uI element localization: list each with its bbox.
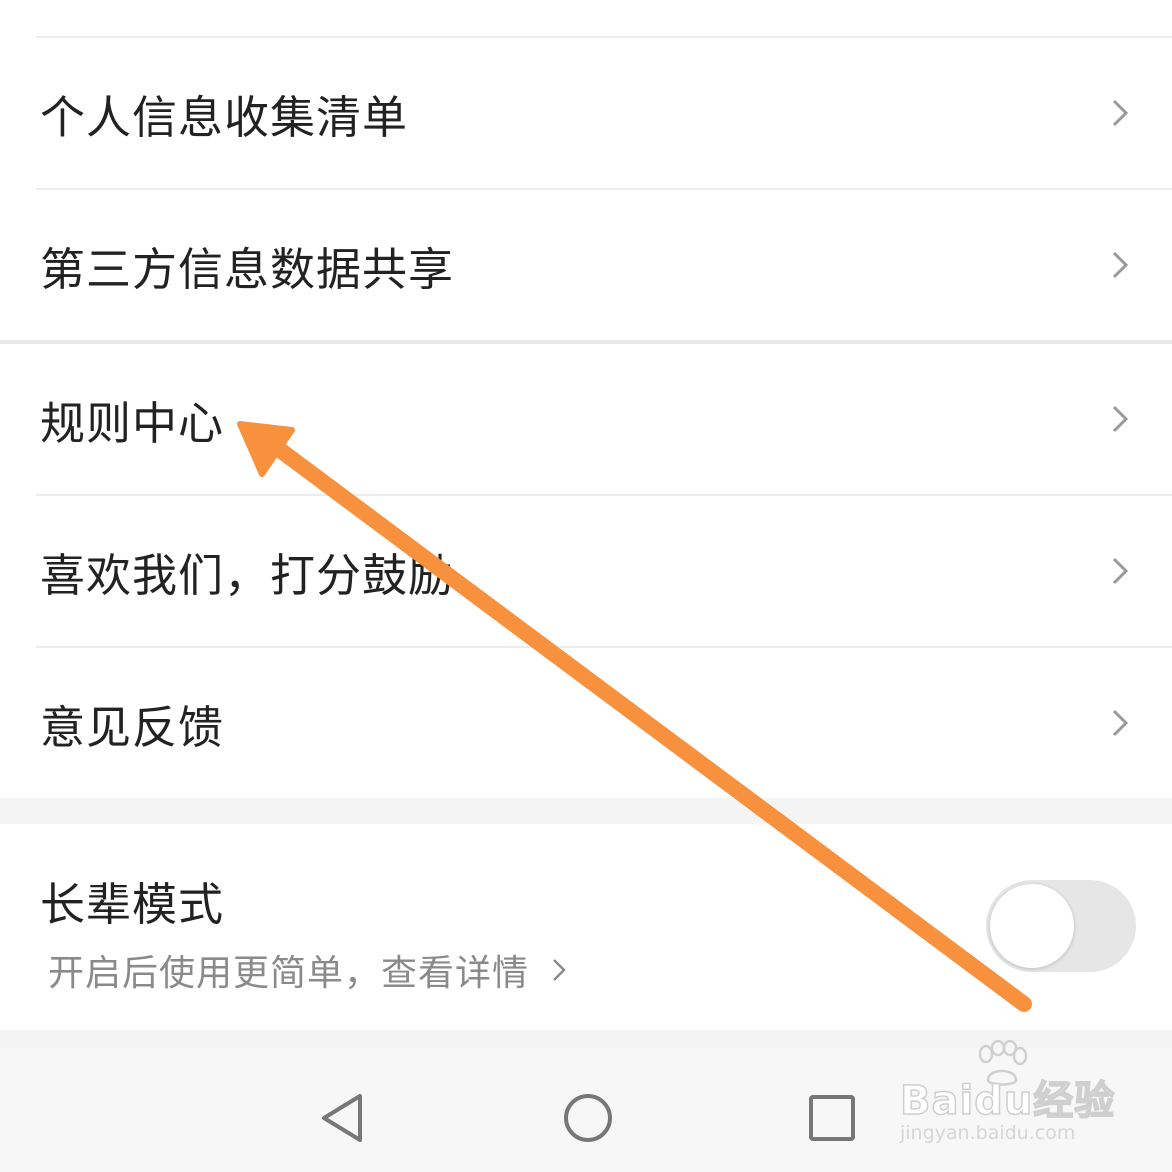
watermark-url: jingyan.baidu.com — [900, 1122, 1076, 1144]
menu-item-rules-center[interactable]: 规则中心 — [0, 344, 1172, 494]
chevron-right-icon — [553, 959, 566, 981]
elder-mode-toggle[interactable] — [986, 880, 1136, 972]
menu-item-third-party-sharing[interactable]: 第三方信息数据共享 — [0, 190, 1172, 340]
toggle-knob — [990, 884, 1074, 968]
section-gap — [0, 798, 1172, 824]
chevron-right-icon — [1112, 709, 1129, 737]
menu-item-rate-us[interactable]: 喜欢我们，打分鼓励 — [0, 496, 1172, 646]
back-triangle-icon[interactable] — [310, 1086, 374, 1150]
menu-item-personal-info-list[interactable]: 个人信息收集清单 — [0, 38, 1172, 188]
menu-item-label: 第三方信息数据共享 — [40, 242, 455, 296]
chevron-right-icon — [1112, 251, 1129, 279]
top-gap — [0, 0, 1172, 36]
menu-item-label: 个人信息收集清单 — [40, 90, 409, 144]
chevron-right-icon — [1112, 99, 1129, 127]
recent-apps-square-icon[interactable] — [800, 1086, 864, 1150]
baidu-watermark: Baidu经验 jingyan.baidu.com — [896, 1040, 1116, 1150]
menu-item-label: 喜欢我们，打分鼓励 — [40, 548, 455, 602]
chevron-right-icon — [1112, 405, 1129, 433]
elder-mode-title: 长辈模式 — [40, 878, 225, 931]
menu-item-label: 意见反馈 — [40, 700, 225, 754]
elder-mode-details-link[interactable]: 开启后使用更简单，查看详情 — [48, 944, 567, 996]
settings-screen: 个人信息收集清单 第三方信息数据共享 规则中心 喜欢我们，打分鼓励 意见反馈 长 — [0, 0, 1172, 1172]
home-circle-icon[interactable] — [556, 1086, 620, 1150]
chevron-right-icon — [1112, 557, 1129, 585]
elder-mode-subtitle: 开启后使用更简单，查看详情 — [48, 953, 530, 994]
menu-item-label: 规则中心 — [40, 396, 225, 450]
watermark-brand: Baidu经验 — [899, 1077, 1116, 1125]
elder-mode-row: 长辈模式 开启后使用更简单，查看详情 — [0, 824, 1172, 1030]
menu-item-feedback[interactable]: 意见反馈 — [0, 648, 1172, 798]
